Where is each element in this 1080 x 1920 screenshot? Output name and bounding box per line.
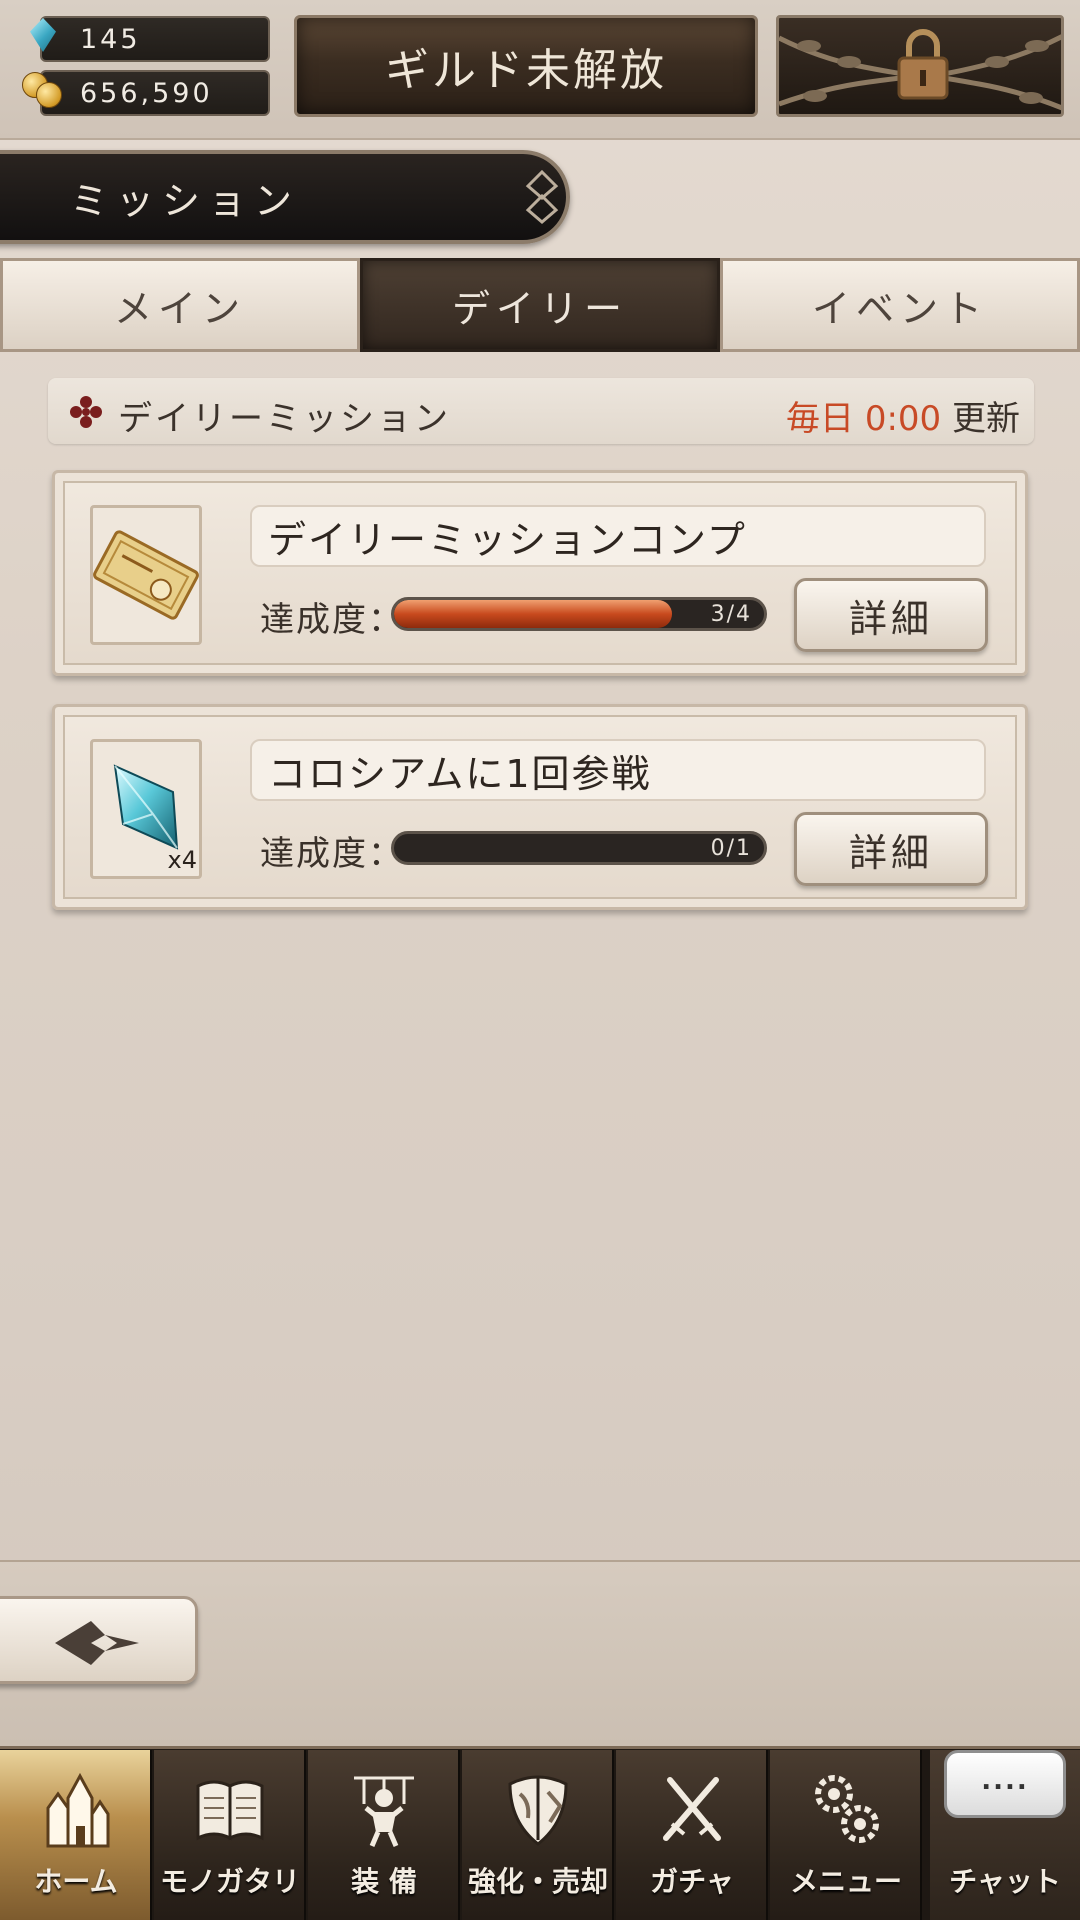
progress-label: 達成度： [260,834,404,874]
back-button[interactable] [0,1596,198,1684]
nav-equip[interactable]: 装 備 [308,1750,460,1920]
chat-label: チャット [949,1865,1061,1898]
coin-counter: 656,590 [40,70,270,116]
reset-time-text: 毎日 0:00 更新 [786,391,1020,440]
gem-count: 145 [80,23,141,55]
gem-counter: 145 [40,16,270,62]
progress-label: 達成度： [260,600,404,640]
nav-story[interactable]: モノガタリ [154,1750,306,1920]
reward-frame [90,505,202,645]
detail-button-label: 詳細 [848,830,933,875]
progress-bar: 0/1 [391,831,767,865]
reset-suffix: 更新 [952,399,1020,439]
tab-daily-label: デイリー [451,286,628,331]
coin-icon [36,82,62,108]
detail-button-label: 詳細 [848,596,933,641]
section-title: デイリーミッション [118,399,451,439]
chat-bubble-icon: .... [944,1750,1066,1818]
tab-event-label: イベント [811,286,988,331]
coin-count: 656,590 [80,77,213,109]
nav-enhance-label: 強化・売却 [467,1865,608,1898]
chat-button[interactable]: .... チャット [930,1750,1080,1920]
nav-enhance[interactable]: 強化・売却 [462,1750,614,1920]
tab-main[interactable]: メイン [0,258,360,352]
tab-main-label: メイン [113,286,246,331]
nav-home[interactable]: ホーム [0,1750,152,1920]
ticket-icon [93,530,199,620]
marionette-icon [354,1776,414,1847]
nav-menu-label: メニュー [789,1865,902,1898]
nav-gacha[interactable]: ガチャ [616,1750,768,1920]
mission-header: ミッション [0,150,570,244]
progress-text: 3/4 [710,602,752,627]
detail-button[interactable]: 詳細 [794,812,988,886]
book-icon [196,1780,264,1841]
nav-equip-label: 装 備 [351,1865,417,1898]
locked-slot[interactable] [776,15,1064,117]
swords-icon [663,1777,721,1841]
mission-title: デイリーミッションコンプ [250,505,986,567]
detail-button[interactable]: 詳細 [794,578,988,652]
castle-icon [46,1772,110,1848]
mission-title: コロシアムに1回参戦 [250,739,986,801]
guild-button[interactable]: ギルド未解放 [294,15,758,117]
reset-prefix: 毎日 [786,399,855,439]
guild-button-label: ギルド未解放 [385,45,667,96]
clover-icon [70,396,102,428]
reset-time: 0:00 [864,399,942,439]
chain-lock-icon [779,29,1061,111]
shield-icon [508,1775,568,1846]
emblem-icon [525,169,559,224]
progress-text: 0/1 [710,836,752,861]
progress-bar: 3/4 [391,597,767,631]
tab-daily[interactable]: デイリー [360,258,720,352]
progress-fill [394,600,672,628]
nav-home-label: ホーム [34,1865,118,1898]
back-arrow-icon [55,1621,139,1665]
tab-event[interactable]: イベント [720,258,1080,352]
nav-menu[interactable]: メニュー [770,1750,922,1920]
page-title: ミッション [70,178,301,223]
nav-gacha-label: ガチャ [650,1865,734,1898]
gears-icon [815,1775,879,1843]
reward-quantity: x4 [167,846,197,874]
nav-story-label: モノガタリ [159,1865,300,1898]
reward-frame: x4 [90,739,202,879]
